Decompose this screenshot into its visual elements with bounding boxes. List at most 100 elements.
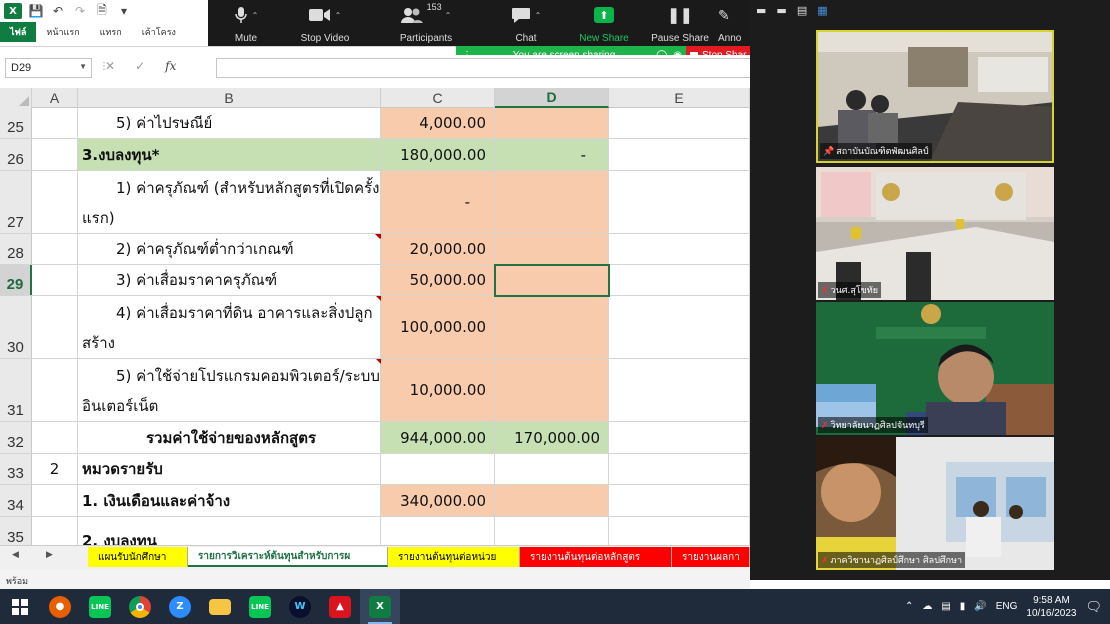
cell-e31[interactable] bbox=[609, 359, 750, 421]
chevron-down-icon[interactable]: ⌃ bbox=[535, 11, 542, 20]
cell-a31[interactable] bbox=[32, 359, 78, 421]
cell-c34[interactable]: 340,000.00 bbox=[381, 485, 495, 516]
cell-a35[interactable] bbox=[32, 517, 78, 545]
cell-c30[interactable]: 100,000.00 bbox=[381, 296, 495, 358]
taskbar-chrome[interactable] bbox=[120, 589, 160, 624]
row-header[interactable]: 32 bbox=[0, 422, 32, 453]
row-header[interactable]: 30 bbox=[0, 296, 32, 358]
tab-insert[interactable]: แทรก bbox=[90, 22, 132, 42]
sheet-tab[interactable]: รายงานผลกา bbox=[672, 547, 750, 567]
cell-d25[interactable] bbox=[495, 108, 609, 138]
cell-d26[interactable]: - bbox=[495, 139, 609, 170]
cell-d33[interactable] bbox=[495, 454, 609, 484]
cell-b29[interactable]: 3) ค่าเสื่อมราคาครุภัณฑ์ bbox=[78, 265, 381, 295]
video-tile[interactable]: ✗ วนศ.สุโขทัย bbox=[816, 167, 1054, 300]
cell-a32[interactable] bbox=[32, 422, 78, 453]
taskbar-zoom[interactable]: Z bbox=[160, 589, 200, 624]
cell-a34[interactable] bbox=[32, 485, 78, 516]
undo-icon[interactable]: ↶ bbox=[50, 3, 66, 19]
cell-a33[interactable]: 2 bbox=[32, 454, 78, 484]
cell-a25[interactable] bbox=[32, 108, 78, 138]
formula-input[interactable] bbox=[216, 58, 750, 78]
cell-e30[interactable] bbox=[609, 296, 750, 358]
chevron-down-icon[interactable]: ⌃ bbox=[445, 11, 452, 20]
column-header-e[interactable]: E bbox=[609, 88, 750, 108]
cell-d31[interactable] bbox=[495, 359, 609, 421]
cell-d28[interactable] bbox=[495, 234, 609, 264]
clock[interactable]: 9:58 AM 10/16/2023 bbox=[1026, 594, 1076, 620]
row-header[interactable]: 29 bbox=[0, 265, 32, 295]
cell-b26[interactable]: 3.งบลงทุน* bbox=[78, 139, 381, 170]
tab-file[interactable]: ไฟล์ bbox=[0, 22, 37, 42]
row-header[interactable]: 33 bbox=[0, 454, 32, 484]
next-sheet-icon[interactable]: ▶ bbox=[46, 550, 53, 560]
cell-c28[interactable]: 20,000.00 bbox=[381, 234, 495, 264]
video-tile[interactable]: ✗ วิทยาลัยนาฏศิลปจันทบุรี bbox=[816, 302, 1054, 435]
cell-e33[interactable] bbox=[609, 454, 750, 484]
print-preview-icon[interactable]: 🗎 bbox=[94, 3, 110, 19]
sheet-tab[interactable]: แผนรับนักศึกษา bbox=[88, 547, 188, 567]
sheet-tab[interactable]: รายงานต้นทุนต่อหน่วย bbox=[388, 547, 520, 567]
cell-e26[interactable] bbox=[609, 139, 750, 170]
cell-c26[interactable]: 180,000.00 bbox=[381, 139, 495, 170]
mute-button[interactable]: ⌃ Mute bbox=[208, 6, 284, 44]
restore-icon[interactable]: ▬ bbox=[776, 4, 786, 17]
column-header-a[interactable]: A bbox=[32, 88, 78, 108]
row-header[interactable]: 27 bbox=[0, 171, 32, 233]
tab-home[interactable]: หน้าแรก bbox=[36, 22, 89, 42]
row-header[interactable]: 28 bbox=[0, 234, 32, 264]
cancel-icon[interactable]: ✕ bbox=[105, 59, 115, 73]
notifications-icon[interactable]: 🗨 bbox=[1085, 599, 1102, 615]
column-header-b[interactable]: B bbox=[78, 88, 381, 108]
chat-button[interactable]: ⌃ Chat bbox=[486, 6, 566, 44]
column-header-d[interactable]: D bbox=[495, 88, 609, 108]
cell-e34[interactable] bbox=[609, 485, 750, 516]
cell-d29[interactable] bbox=[495, 265, 609, 295]
cell-c27[interactable]: - bbox=[381, 171, 495, 233]
sheet-tab-active[interactable]: รายการวิเคราะห์ต้นทุนสำหรับการผ bbox=[188, 547, 388, 567]
cell-a29[interactable] bbox=[32, 265, 78, 295]
fx-icon[interactable]: fx bbox=[165, 59, 176, 73]
tab-layout[interactable]: เค้าโครง bbox=[132, 22, 186, 42]
cell-b35[interactable]: 2. งบลงทุน bbox=[78, 517, 381, 545]
pause-share-button[interactable]: ❚❚ Pause Share bbox=[642, 6, 718, 44]
cell-c32[interactable]: 944,000.00 bbox=[381, 422, 495, 453]
cell-b31[interactable]: 5) ค่าใช้จ่ายโปรแกรมคอมพิวเตอร์/ระบบอินเ… bbox=[78, 359, 381, 421]
taskbar-excel[interactable]: X bbox=[360, 589, 400, 624]
cell-c29[interactable]: 50,000.00 bbox=[381, 265, 495, 295]
row-header[interactable]: 25 bbox=[0, 108, 32, 138]
cell-b30[interactable]: 4) ค่าเสื่อมราคาที่ดิน อาคารและสิ่งปลูกส… bbox=[78, 296, 381, 358]
cell-a30[interactable] bbox=[32, 296, 78, 358]
cell-d30[interactable] bbox=[495, 296, 609, 358]
sheet-tab[interactable]: รายงานต้นทุนต่อหลักสูตร bbox=[520, 547, 672, 567]
cell-c35[interactable] bbox=[381, 517, 495, 545]
cell-c31[interactable]: 10,000.00 bbox=[381, 359, 495, 421]
gallery-view-icon[interactable]: ▦ bbox=[817, 4, 827, 17]
chevron-down-icon[interactable]: ⌃ bbox=[335, 11, 342, 20]
cell-c33[interactable] bbox=[381, 454, 495, 484]
minimize-icon[interactable]: ▬ bbox=[756, 4, 766, 17]
chevron-down-icon[interactable]: ⌃ bbox=[252, 11, 259, 20]
taskbar-line-2[interactable]: LINE bbox=[240, 589, 280, 624]
row-header[interactable]: 34 bbox=[0, 485, 32, 516]
cell-e27[interactable] bbox=[609, 171, 750, 233]
chevron-up-icon[interactable]: ⌃ bbox=[905, 601, 913, 612]
cell-d34[interactable] bbox=[495, 485, 609, 516]
cell-e28[interactable] bbox=[609, 234, 750, 264]
cell-b28[interactable]: 2) ค่าครุภัณฑ์ต่ำกว่าเกณฑ์ bbox=[78, 234, 381, 264]
cell-b32[interactable]: รวมค่าใช้จ่ายของหลักสูตร bbox=[78, 422, 381, 453]
redo-icon[interactable]: ↷ bbox=[72, 3, 88, 19]
video-tile[interactable]: ✗ ภาควิชานาฏศิลป์ศึกษา ศิลปศึกษา bbox=[816, 437, 1054, 570]
taskbar-webex[interactable]: W bbox=[280, 589, 320, 624]
cell-a27[interactable] bbox=[32, 171, 78, 233]
save-icon[interactable]: 💾 bbox=[28, 3, 44, 19]
cell-b33[interactable]: หมวดรายรับ bbox=[78, 454, 381, 484]
select-all-corner[interactable] bbox=[0, 88, 32, 108]
cell-b27[interactable]: 1) ค่าครุภัณฑ์ (สำหรับหลักสูตรที่เปิดครั… bbox=[78, 171, 381, 233]
prev-sheet-icon[interactable]: ◀ bbox=[12, 550, 19, 560]
taskbar-firefox[interactable]: ● bbox=[40, 589, 80, 624]
cell-d27[interactable] bbox=[495, 171, 609, 233]
participants-button[interactable]: 153 ⌃ Participants bbox=[366, 2, 486, 44]
cell-e25[interactable] bbox=[609, 108, 750, 138]
video-tile[interactable]: 📌 สถาบันบัณฑิตพัฒนศิลป์ bbox=[816, 30, 1054, 163]
